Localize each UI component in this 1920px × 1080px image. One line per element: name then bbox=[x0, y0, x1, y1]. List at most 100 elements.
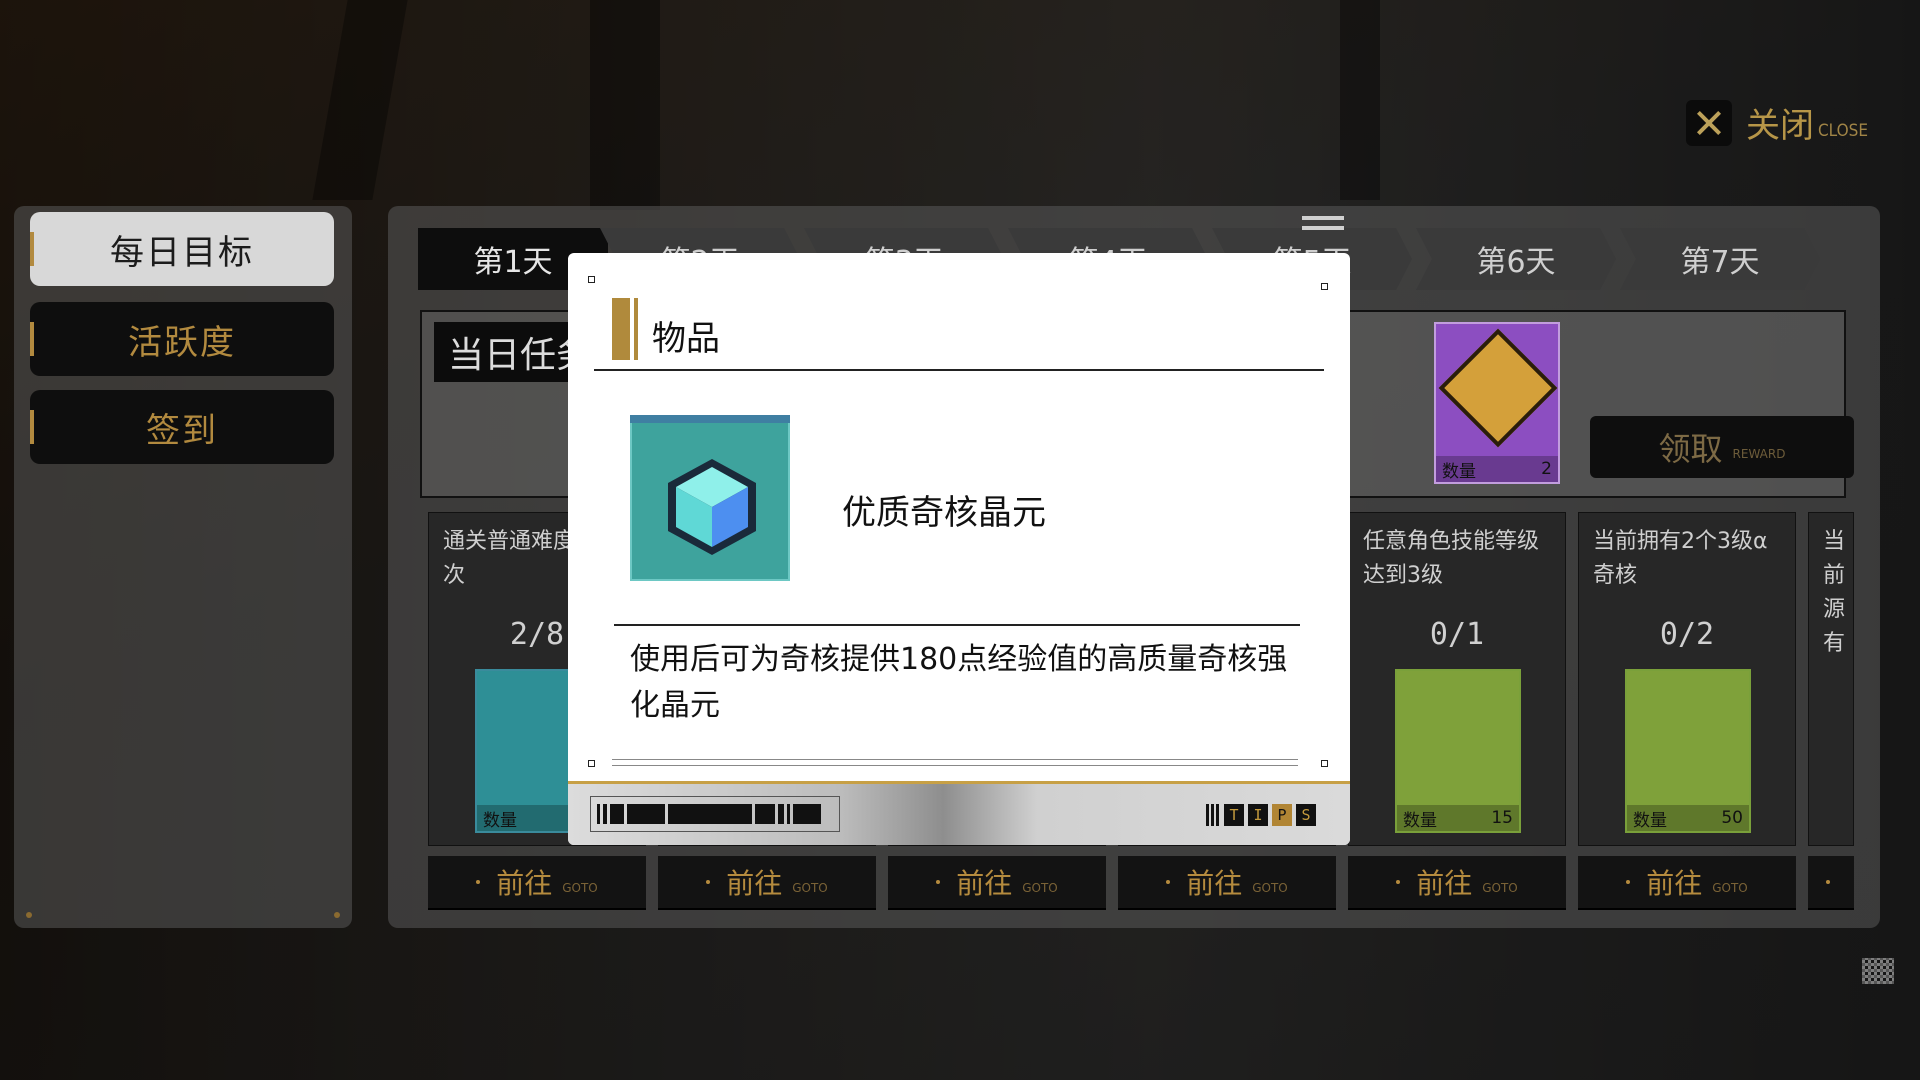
sidebar-marker bbox=[30, 410, 34, 444]
task-reward-icon[interactable]: 数量 50 bbox=[1625, 669, 1751, 833]
claim-label: 领取 bbox=[1658, 430, 1723, 468]
goto-button[interactable]: 前往 GOTO bbox=[1578, 856, 1796, 910]
tips-badge: T I P S bbox=[1206, 804, 1316, 826]
sidebar-item-label: 每日目标 bbox=[110, 232, 254, 273]
goto-dot bbox=[476, 880, 481, 884]
goto-button[interactable]: 前往 GOTO bbox=[428, 856, 646, 910]
goto-dot bbox=[1626, 880, 1631, 884]
modal-title: 物品 bbox=[652, 319, 720, 359]
quantity-value: 15 bbox=[1491, 808, 1513, 828]
reward-card-icon bbox=[1438, 328, 1558, 448]
barcode-bar bbox=[787, 804, 790, 824]
tab-day-7[interactable]: 第7天 bbox=[1620, 228, 1820, 290]
divider bbox=[594, 369, 1324, 371]
reward-quantity-row: 数量 2 bbox=[1436, 456, 1558, 482]
goto-dot bbox=[936, 880, 941, 884]
sidebar-item-activity[interactable]: 活跃度 bbox=[30, 302, 334, 376]
goto-dot bbox=[1166, 880, 1171, 884]
goto-sub-label: GOTO bbox=[562, 881, 598, 895]
sidebar-item-checkin[interactable]: 签到 bbox=[30, 390, 334, 464]
task-card: 任意角色技能等级达到3级 0/1 数量 15 bbox=[1348, 512, 1566, 846]
item-name: 优质奇核晶元 bbox=[842, 493, 1046, 533]
barcode-bar bbox=[793, 804, 821, 824]
barcode-bar bbox=[610, 804, 624, 824]
task-reward-icon[interactable]: 数量 15 bbox=[1395, 669, 1521, 833]
goto-button[interactable]: 前往 GOTO bbox=[658, 856, 876, 910]
task-text: 任意角色技能等级达到3级 bbox=[1363, 529, 1540, 588]
sidebar-marker bbox=[30, 232, 34, 266]
goto-button[interactable] bbox=[1808, 856, 1854, 910]
tips-letter: S bbox=[1296, 804, 1316, 826]
sidebar-item-label: 活跃度 bbox=[128, 322, 236, 363]
corner-dot bbox=[26, 912, 32, 918]
tab-day-6[interactable]: 第6天 bbox=[1416, 228, 1616, 290]
barcode-bar bbox=[755, 804, 775, 824]
tips-letter: I bbox=[1248, 804, 1268, 826]
quantity-label: 数量 bbox=[1633, 810, 1667, 831]
goto-sub-label: GOTO bbox=[1482, 881, 1518, 895]
goto-label: 前往 bbox=[1186, 867, 1243, 900]
claim-sub-label: REWARD bbox=[1732, 447, 1786, 461]
corner-mark bbox=[1321, 760, 1328, 767]
item-icon-topbar bbox=[630, 415, 790, 423]
tab-label: 第7天 bbox=[1680, 245, 1760, 280]
tips-letter: P bbox=[1272, 804, 1292, 826]
tab-label: 第1天 bbox=[473, 245, 553, 280]
barcode-decoration bbox=[590, 796, 840, 832]
goto-dot bbox=[706, 880, 711, 884]
quantity-row: 数量 15 bbox=[1397, 805, 1519, 831]
quantity-row: 数量 50 bbox=[1627, 805, 1749, 831]
barcode-bar bbox=[668, 804, 752, 824]
modal-drag-handle[interactable] bbox=[1302, 216, 1344, 220]
quantity-value: 50 bbox=[1721, 808, 1743, 828]
goto-sub-label: GOTO bbox=[1252, 881, 1288, 895]
goto-button[interactable]: 前往 GOTO bbox=[1348, 856, 1566, 910]
tips-bars bbox=[1206, 804, 1220, 826]
goto-sub-label: GOTO bbox=[792, 881, 828, 895]
goto-label: 前往 bbox=[1416, 867, 1473, 900]
item-detail-modal: 物品 优质奇核晶元 使用后可为奇核提供180点经验值的高质量奇核强化晶元 T I… bbox=[568, 253, 1350, 845]
close-sub-label: CLOSE bbox=[1818, 120, 1869, 141]
task-progress: 0/1 bbox=[1429, 617, 1485, 652]
quantity-label: 数量 bbox=[1403, 810, 1437, 831]
close-label: 关闭 bbox=[1746, 106, 1814, 146]
barcode-bar bbox=[597, 804, 600, 824]
title-accent-bar bbox=[612, 298, 630, 360]
corner-mark bbox=[588, 276, 595, 283]
grid-icon bbox=[1862, 958, 1894, 984]
sidebar-item-daily-goals[interactable]: 每日目标 bbox=[30, 212, 334, 286]
task-progress: 0/2 bbox=[1659, 617, 1715, 652]
barcode-bar bbox=[603, 804, 607, 824]
goto-label: 前往 bbox=[956, 867, 1013, 900]
sidebar-item-label: 签到 bbox=[146, 410, 218, 451]
task-text: 当前源有 bbox=[1823, 529, 1846, 656]
divider bbox=[614, 624, 1300, 626]
tips-letter: T bbox=[1224, 804, 1244, 826]
quantity-label: 数量 bbox=[483, 810, 517, 831]
barcode-bar bbox=[627, 804, 665, 824]
sidebar-marker bbox=[30, 322, 34, 356]
goto-sub-label: GOTO bbox=[1712, 881, 1748, 895]
goto-label: 前往 bbox=[1646, 867, 1703, 900]
corner-mark bbox=[1321, 283, 1328, 290]
goto-dot bbox=[1826, 880, 1830, 884]
goto-sub-label: GOTO bbox=[1022, 881, 1058, 895]
goto-button[interactable]: 前往 GOTO bbox=[888, 856, 1106, 910]
quantity-label: 数量 bbox=[1442, 461, 1476, 482]
daily-reward-item[interactable]: 数量 2 bbox=[1434, 322, 1560, 484]
corner-mark bbox=[588, 760, 595, 767]
sidebar: 每日目标 活跃度 签到 bbox=[14, 206, 352, 928]
close-icon[interactable] bbox=[1686, 99, 1732, 146]
item-icon-frame bbox=[630, 415, 790, 581]
task-card: 当前源有 bbox=[1808, 512, 1854, 846]
goto-button[interactable]: 前往 GOTO bbox=[1118, 856, 1336, 910]
task-card: 当前拥有2个3级α奇核 0/2 数量 50 bbox=[1578, 512, 1796, 846]
goto-dot bbox=[1396, 880, 1401, 884]
goto-label: 前往 bbox=[726, 867, 783, 900]
close-button[interactable]: 关闭 CLOSE bbox=[1686, 98, 1868, 147]
cube-icon bbox=[668, 459, 756, 555]
task-text: 当前拥有2个3级α奇核 bbox=[1593, 529, 1768, 588]
title-accent-bar bbox=[634, 298, 638, 360]
modal-footer: T I P S bbox=[568, 781, 1350, 845]
claim-reward-button[interactable]: 领取 REWARD bbox=[1590, 416, 1854, 478]
